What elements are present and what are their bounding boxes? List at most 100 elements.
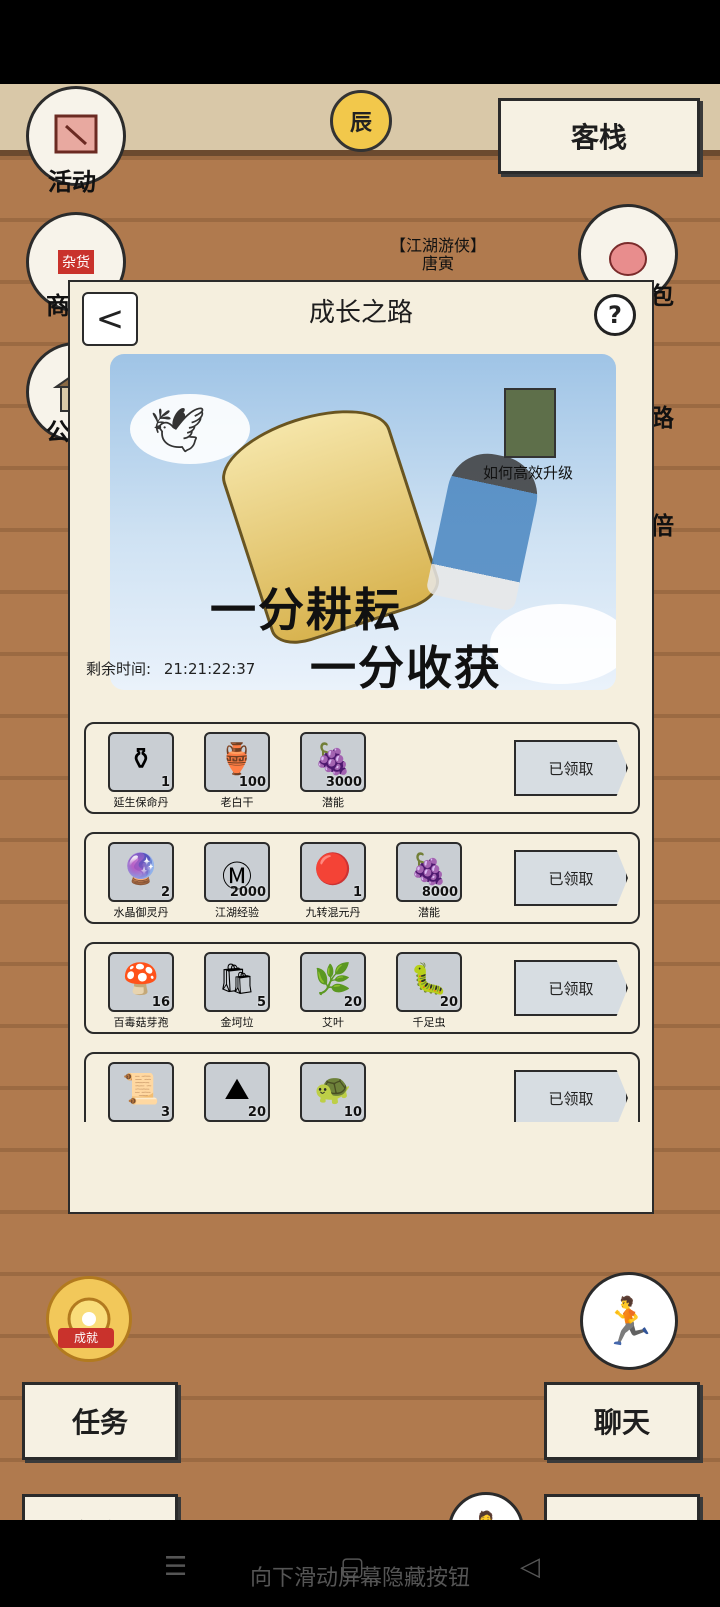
reward-item[interactable]: 🔴 1 九转混元丹 [300,842,366,920]
runner-icon: 🏃 [600,1293,658,1348]
reward-item-icon: 🐢 [314,1072,352,1107]
pouch-icon [609,242,647,276]
reward-item-icon-box: 🔴 1 [300,842,366,902]
bird-icon: 🕊 [150,405,206,456]
reward-item[interactable]: 🌿 20 艾叶 [300,952,366,1030]
inn-button[interactable]: 客栈 [498,98,700,174]
reward-item[interactable]: 🐢10龟 [300,1062,366,1122]
promo-banner: 🕊 如何高效升级 一分耕耘 一分收获 [110,354,616,690]
reward-item-name: 潜能 [418,906,440,919]
reward-item-count: 2 [160,885,170,900]
reward-item-name: 千足虫 [412,1016,446,1029]
reward-item-count: 1 [160,775,170,790]
reward-item-name: 延生保命丹 [113,796,169,809]
reward-item[interactable]: 🍇 3000 潜能 [300,732,366,810]
reward-item-name: 水晶御灵丹 [113,906,169,919]
guide-book-button[interactable] [504,388,556,458]
reward-item-name: 老白干 [220,796,254,809]
reward-item-icon-box: 🔮 2 [108,842,174,902]
activity-label: 活动 [48,168,96,196]
reward-item-icon-box: Ⓜ 2000 [204,842,270,902]
reward-item-icon-box: 🍄 16 [108,952,174,1012]
reward-item-icon: 🐛 [410,962,448,997]
reward-item-icon-box: 🍇 3000 [300,732,366,792]
shop-label: 商 [46,292,70,320]
reward-item-name: 金坷垃 [220,1016,254,1029]
task-button-label: 任务 [71,1406,128,1439]
reward-item[interactable]: 🔮 2 水晶御灵丹 [108,842,174,920]
reward-item-icon-box: 🏺 100 [204,732,270,792]
reward-item[interactable]: 🏺 100 老白干 [204,732,270,810]
slogan-line-2: 一分收获 [310,641,502,690]
status-bar [0,0,720,84]
reward-item[interactable]: 🍄 16 百毒菇芽孢 [108,952,174,1030]
reward-item-icon-box: 🐛 20 [396,952,462,1012]
npc-title: 【江湖游侠】 [389,236,486,255]
claimed-button[interactable]: 已领取 [514,1070,628,1122]
claimed-button[interactable]: 已领取 [514,740,628,796]
reward-item-icon: 🏺 [218,742,256,777]
remaining-time-label: 剩余时间: [86,660,152,678]
reward-item[interactable]: ⛰20铜矿 [204,1062,270,1122]
reward-item-icon: 🔮 [122,852,160,887]
chat-button-label: 聊天 [593,1406,650,1439]
guide-book-label[interactable]: 如何高效升级 [468,462,588,483]
claimed-button[interactable]: 已领取 [514,960,628,1016]
reward-item-name: 潜能 [322,796,344,809]
reward-item-count: 1 [352,885,362,900]
reward-item-count: 16 [151,995,170,1010]
back-nav-icon[interactable]: ◁ [520,1552,540,1582]
shop-sign: 杂货 [58,250,94,274]
reward-item[interactable]: 🛍 5 金坷垃 [204,952,270,1030]
reward-item[interactable]: 🐛 20 千足虫 [396,952,462,1030]
reward-item[interactable]: Ⓜ 2000 江湖经验 [204,842,270,920]
growth-path-dialog: < 成长之路 ? 🕊 如何高效升级 一分耕耘 一分收获 剩余时间: 21:21:… [68,280,654,1214]
reward-item-count: 100 [238,775,266,790]
remaining-time: 剩余时间: 21:21:22:37 [86,658,255,679]
cloud-shape [490,604,616,684]
menu-icon[interactable]: ☰ [164,1552,187,1582]
question-icon: ? [608,301,622,329]
achievement-button[interactable] [46,1276,132,1362]
run-button[interactable]: 🏃 [580,1272,678,1370]
reward-item-count: 20 [439,995,458,1010]
reward-list[interactable]: ⚱ 1 延生保命丹 🏺 100 老白干 🍇 3000 潜能 已领取 🔮 2 水晶御灵丹 Ⓜ 2000 江湖经验… [84,722,640,1122]
reward-item-icon-box: ⛰ 20 [204,1062,270,1122]
reward-item-count: 20 [343,995,362,1010]
reward-item-count: 2000 [229,885,266,900]
reward-row: 📜3雇佣券 ⛰20铜矿 🐢10龟 已领取 [84,1052,640,1122]
reward-item-icon-box: 🌿 20 [300,952,366,1012]
reward-item-name: 百毒菇芽孢 [113,1016,169,1029]
reward-row: 🔮 2 水晶御灵丹 Ⓜ 2000 江湖经验 🔴 1 九转混元丹 🍇 8000 潜能 已领取 [84,832,640,924]
reward-item-icon: 🍇 [410,852,448,887]
reward-item-name: 艾叶 [322,1016,344,1029]
banner-flag-icon [54,114,98,154]
remaining-time-value: 21:21:22:37 [163,660,256,678]
home-icon[interactable]: ▢ [340,1552,365,1582]
dialog-title: 成长之路 [308,298,413,328]
reward-item[interactable]: 📜3雇佣券 [108,1062,174,1122]
achievement-label: 成就 [58,1328,114,1348]
task-button[interactable]: 任务 [22,1382,178,1460]
reward-item-icon-box: 📜 3 [108,1062,174,1122]
reward-item-icon-box: ⚱ 1 [108,732,174,792]
time-of-day-badge: 辰 [330,90,392,152]
reward-item[interactable]: ⚱ 1 延生保命丹 [108,732,174,810]
reward-item-name: 江湖经验 [215,906,259,919]
time-badge-text: 辰 [349,111,372,136]
npc-nameplate[interactable]: 【江湖游侠】 唐寅 [388,237,488,273]
reward-item-count: 20 [247,1105,266,1120]
reward-item-icon-box: 🐢 10 [300,1062,366,1122]
reward-item-count: 3 [160,1105,170,1120]
chat-button[interactable]: 聊天 [544,1382,700,1460]
reward-item-icon: ⛰ [224,1072,250,1107]
npc-name: 唐寅 [421,254,454,273]
reward-item[interactable]: 🍇 8000 潜能 [396,842,462,920]
reward-item-icon: 🍄 [122,962,160,997]
reward-item-count: 8000 [421,885,458,900]
help-button[interactable]: ? [594,294,636,336]
reward-item-icon: 🌿 [314,962,352,997]
claimed-button[interactable]: 已领取 [514,850,628,906]
inn-button-label: 客栈 [570,121,627,154]
reward-item-count: 5 [256,995,266,1010]
